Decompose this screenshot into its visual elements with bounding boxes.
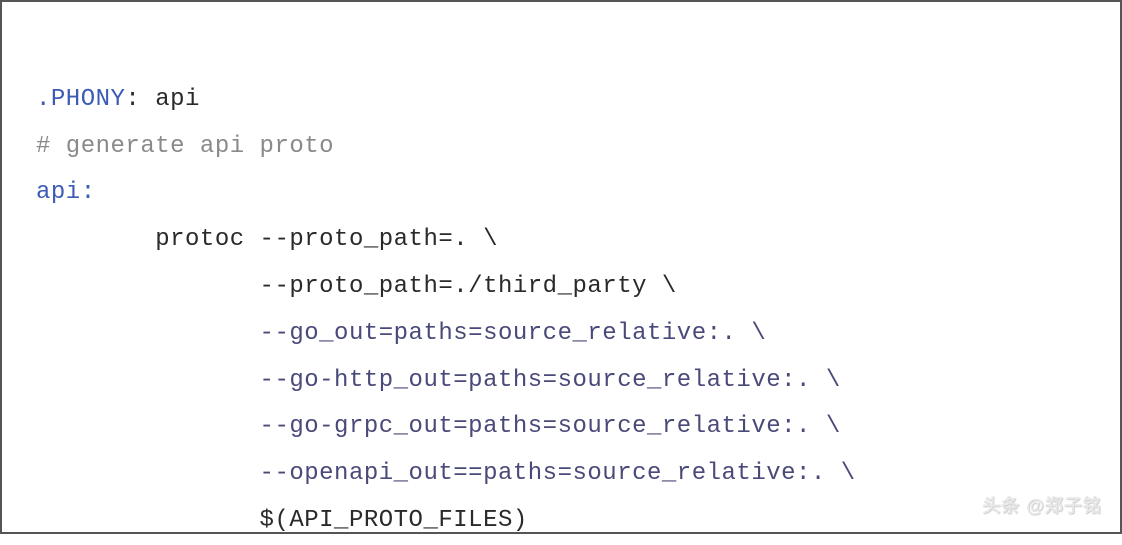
- watermark-text: 头条 @郑子铭: [982, 489, 1102, 524]
- phony-colon: :: [125, 86, 140, 113]
- go-out-flag: --go_out=paths=source_relative:. \: [36, 320, 766, 347]
- target-api: api:: [36, 179, 96, 206]
- comment-line: # generate api proto: [36, 133, 334, 160]
- go-http-out-flag: --go-http_out=paths=source_relative:. \: [36, 367, 841, 394]
- proto-path-third-party: --proto_path=./third_party \: [36, 273, 677, 300]
- go-grpc-out-flag: --go-grpc_out=paths=source_relative:. \: [36, 413, 841, 440]
- phony-value: api: [140, 86, 200, 113]
- phony-directive: .PHONY: [36, 86, 125, 113]
- api-proto-files-var: $(API_PROTO_FILES): [36, 507, 528, 534]
- openapi-out-flag: --openapi_out==paths=source_relative:. \: [36, 460, 856, 487]
- protoc-cmd: protoc --proto_path=. \: [36, 226, 498, 253]
- makefile-code: .PHONY: api # generate api proto api: pr…: [36, 30, 1086, 545]
